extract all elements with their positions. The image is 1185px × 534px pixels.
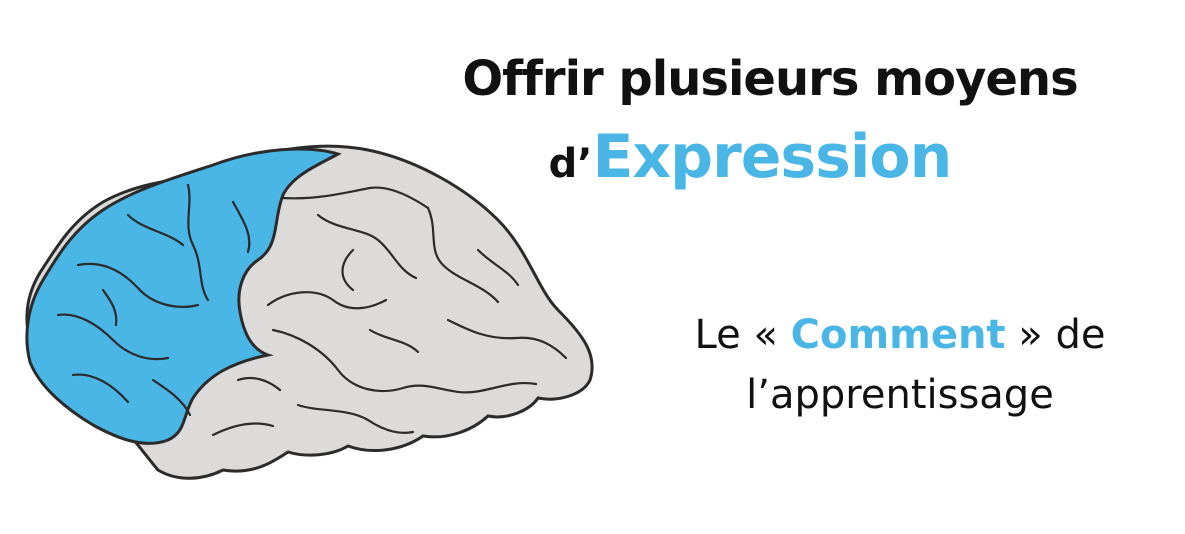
subtitle-highlight: Comment [790, 312, 1006, 358]
subtitle-line-2: l’apprentissage [746, 372, 1054, 418]
title-line-1: Offrir plusieurs moyens [462, 51, 1078, 107]
subtitle-part-2: » de [1005, 312, 1106, 358]
subtitle-line-1: Le « Comment » de [630, 305, 1170, 365]
page-title: Offrir plusieurs moyens d’Expression [380, 44, 1160, 216]
title-highlight: Expression [592, 122, 952, 192]
title-line-2: d’Expression [340, 114, 1160, 216]
subtitle-part-1: Le « [694, 312, 791, 358]
subtitle: Le « Comment » de l’apprentissage [630, 305, 1170, 425]
title-prefix: d’ [548, 141, 593, 187]
